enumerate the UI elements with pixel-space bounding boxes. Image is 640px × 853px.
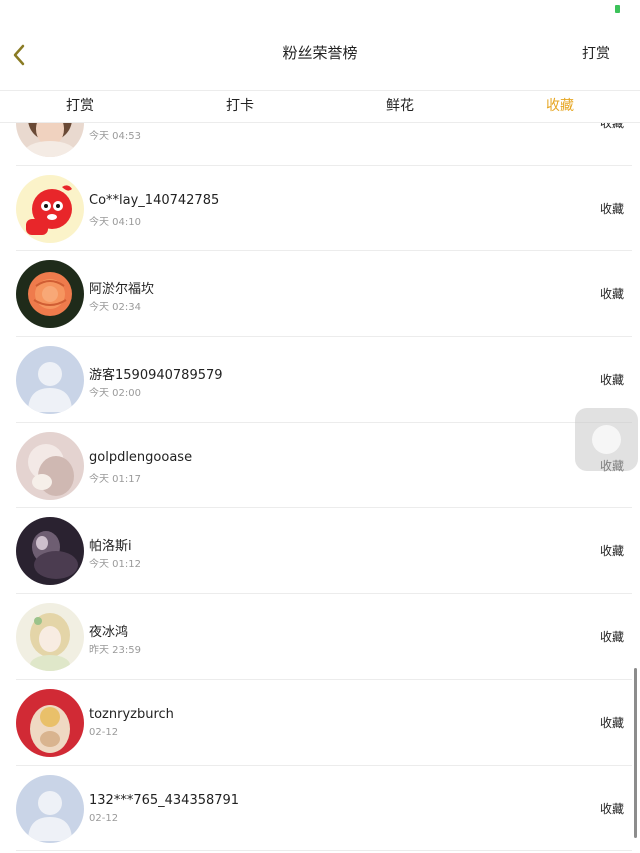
timestamp: 今天 04:53 [89, 131, 141, 142]
timestamp: 02-12 [89, 726, 119, 738]
favorite-label: 收藏 [599, 544, 624, 559]
avatar [16, 774, 84, 843]
nav-bar: 粉丝荣誉榜 打赏 [0, 20, 640, 90]
avatar [16, 603, 84, 672]
user-name: 夜冰鸿 [89, 625, 129, 641]
list-item[interactable]: 今天 04:53 收藏 [16, 123, 632, 166]
user-name: toznryzburch [89, 706, 174, 722]
page-title: 粉丝荣誉榜 [282, 44, 358, 62]
favorite-label: 收藏 [599, 123, 624, 130]
favorite-label: 收藏 [599, 715, 624, 730]
tab-favorites[interactable]: 收藏 [480, 91, 640, 122]
user-name: 游客1590940789579 [89, 368, 223, 384]
avatar [16, 431, 84, 500]
list-item[interactable]: 夜冰鸿 昨天 23:59 收藏 [16, 594, 632, 680]
avatar [16, 174, 84, 243]
battery-icon [615, 5, 620, 13]
tab-reward[interactable]: 打赏 [0, 91, 160, 122]
timestamp: 今天 01:12 [89, 559, 141, 571]
favorite-label: 收藏 [599, 373, 624, 388]
timestamp: 今天 01:17 [89, 473, 141, 485]
scrollbar[interactable] [634, 668, 637, 838]
tab-checkin[interactable]: 打卡 [160, 91, 320, 122]
timestamp: 今天 02:34 [89, 302, 141, 314]
avatar [16, 260, 84, 329]
favorite-label: 收藏 [599, 201, 624, 216]
fan-list[interactable]: 今天 04:53 收藏 Co**lay_140742785 今天 04:10 收… [0, 123, 640, 853]
timestamp: 今天 02:00 [89, 388, 141, 400]
favorite-label: 收藏 [599, 287, 624, 302]
reward-button[interactable]: 打赏 [582, 20, 610, 90]
list-item[interactable]: 游客1590940789579 今天 02:00 收藏 [16, 337, 632, 423]
timestamp: 今天 04:10 [89, 216, 141, 228]
list-item[interactable]: 帕洛斯i 今天 01:12 收藏 [16, 508, 632, 595]
timestamp: 昨天 23:59 [89, 645, 141, 657]
user-name: 132***765_434358791 [89, 792, 240, 808]
user-name: 帕洛斯i [89, 539, 132, 555]
favorite-label: 收藏 [599, 630, 624, 645]
timestamp: 02-12 [89, 812, 119, 824]
list-item[interactable]: 132***765_434358791 02-12 收藏 [16, 766, 632, 852]
list-item[interactable]: golpdlengooase 今天 01:17 收藏 [16, 423, 632, 509]
list-item[interactable]: toznryzburch 02-12 收藏 [16, 680, 632, 766]
avatar [16, 123, 84, 157]
tab-bar: 打赏 打卡 鲜花 收藏 [0, 90, 640, 123]
favorite-label: 收藏 [599, 801, 624, 816]
status-bar [0, 0, 640, 20]
assistive-touch-icon [592, 425, 621, 454]
avatar [16, 346, 84, 415]
list-item[interactable]: 阿淤尔福坎 今天 02:34 收藏 [16, 251, 632, 338]
list-item[interactable]: Co**lay_140742785 今天 04:10 收藏 [16, 166, 632, 252]
avatar [16, 517, 84, 586]
user-name: 阿淤尔福坎 [89, 282, 155, 298]
user-name: Co**lay_140742785 [89, 192, 220, 208]
user-name: golpdlengooase [89, 449, 193, 465]
tab-flowers[interactable]: 鲜花 [320, 91, 480, 122]
avatar [16, 688, 84, 757]
floating-assistive-button[interactable] [575, 408, 638, 471]
